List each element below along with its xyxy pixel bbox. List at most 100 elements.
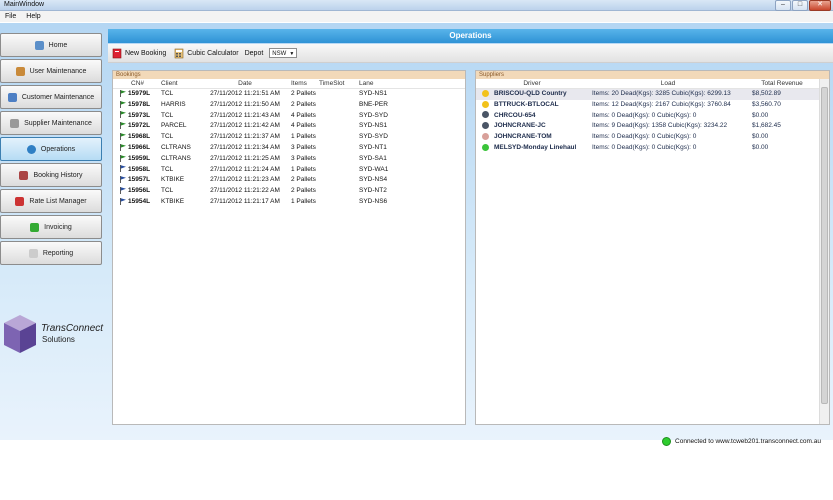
cn-value: 15954L <box>128 197 151 205</box>
flag-icon <box>120 100 126 108</box>
sidebar-item-invoicing[interactable]: Invoicing <box>0 215 102 239</box>
suppliers-panel: Suppliers Driver Load Total Revenue BRIS… <box>475 70 830 425</box>
table-row[interactable]: 15968L TCL 27/11/2012 11:21:37 AM 1 Pallets… <box>113 132 465 143</box>
col-items[interactable]: Items <box>291 79 319 88</box>
connection-status-icon <box>662 437 672 446</box>
timeslot-cell <box>319 89 353 100</box>
table-row[interactable]: 15972L PARCEL 27/11/2012 11:21:42 AM 4 Pall… <box>113 121 465 132</box>
flag-icon <box>120 143 126 151</box>
status-dot-icon <box>482 132 489 140</box>
col-date[interactable]: Date <box>199 79 291 88</box>
driver-cell: JOHNCRANE-TOM <box>476 132 592 143</box>
menu-help[interactable]: Help <box>21 11 45 22</box>
sidebar-item-operations[interactable]: Operations <box>0 137 102 161</box>
cn-value: 15958L <box>128 165 151 173</box>
cn-cell: 15956L <box>113 186 161 197</box>
supplier-row[interactable]: CHRCOU-654 Items: 0 Dead(Kgs): 0 Cubic(Kg… <box>476 111 829 122</box>
scrollbar-thumb[interactable] <box>821 87 828 404</box>
supplier-row[interactable]: JOHNCRANE-JC Items: 9 Dead(Kgs): 1358 Cub… <box>476 121 829 132</box>
new-booking-button[interactable]: New Booking <box>108 48 170 59</box>
lane-cell: SYD-SYD <box>359 111 388 119</box>
date-cell: 27/11/2012 11:21:24 AM <box>210 165 280 173</box>
revenue-cell: $0.00 <box>752 133 769 141</box>
app-area: Home User Maintenance Customer Maintenance… <box>0 23 833 440</box>
client-cell: TCL <box>161 90 174 97</box>
sidebar-item-customer-maintenance[interactable]: Customer Maintenance <box>0 85 102 109</box>
table-row[interactable]: 15958L TCL 27/11/2012 11:21:24 AM 1 Pallets… <box>113 165 465 176</box>
driver-cell: BTTRUCK-BTLOCAL <box>476 100 592 111</box>
menu-file[interactable]: File <box>0 11 21 22</box>
sidebar-item-home[interactable]: Home <box>0 33 102 57</box>
cn-value: 15966L <box>128 143 151 151</box>
col-cn[interactable]: CN# <box>113 79 161 88</box>
cn-cell: 15958L <box>113 165 161 176</box>
timeslot-cell <box>319 175 353 186</box>
sidebar-item-label: Reporting <box>42 249 74 257</box>
table-row[interactable]: 15979L TCL 27/11/2012 11:21:51 AM 2 Pallets… <box>113 89 465 100</box>
sidebar-item-label: Customer Maintenance <box>21 93 95 101</box>
customer-icon <box>7 92 17 102</box>
calculator-icon <box>174 48 184 59</box>
minimize-icon[interactable]: – <box>775 0 791 11</box>
sidebar-item-booking-history[interactable]: Booking History <box>0 163 102 187</box>
col-driver[interactable]: Driver <box>476 79 588 88</box>
table-row[interactable]: 15973L TCL 27/11/2012 11:21:43 AM 4 Pallets… <box>113 111 465 122</box>
connection-text: Connected to www.tcweb201.transconnect.c… <box>675 438 821 445</box>
cubic-calculator-button[interactable]: Cubic Calculator <box>170 48 242 59</box>
sidebar-item-rate-list-manager[interactable]: Rate List Manager <box>0 189 102 213</box>
supplier-row[interactable]: BTTRUCK-BTLOCAL Items: 12 Dead(Kgs): 2167… <box>476 100 829 111</box>
globe-icon <box>26 144 36 154</box>
sidebar-item-label: Supplier Maintenance <box>24 119 92 127</box>
chevron-down-icon: ▼ <box>289 51 295 57</box>
supplier-row[interactable]: BRISCOU-QLD Country Items: 20 Dead(Kgs): … <box>476 89 829 100</box>
supplier-row[interactable]: MELSYD-Monday Linehaul Items: 0 Dead(Kgs)… <box>476 143 829 154</box>
date-cell: 27/11/2012 11:21:23 AM <box>210 176 280 184</box>
flag-icon <box>120 132 126 140</box>
items-cell: 3 Pallets <box>291 143 316 151</box>
flag-icon <box>120 186 126 194</box>
client-cell: KTBIKE <box>161 176 185 184</box>
depot-label: Depot <box>244 49 264 57</box>
cn-cell: 15968L <box>113 132 161 143</box>
col-total-revenue[interactable]: Total Revenue <box>748 79 816 88</box>
logo-subtext: Solutions <box>42 335 75 344</box>
lane-cell: SYD-SA1 <box>359 154 387 162</box>
cn-cell: 15957L <box>113 175 161 186</box>
sidebar-item-reporting[interactable]: Reporting <box>0 241 102 265</box>
status-dot-icon <box>482 100 489 108</box>
cn-value: 15972L <box>128 122 151 130</box>
table-row[interactable]: 15954L KTBIKE 27/11/2012 11:21:17 AM 1 Pall… <box>113 197 465 208</box>
connection-status: Connected to www.tcweb201.transconnect.c… <box>662 437 821 446</box>
revenue-cell: $0.00 <box>752 111 769 119</box>
suppliers-scrollbar[interactable] <box>819 79 829 424</box>
flag-icon <box>120 197 126 205</box>
supplier-row[interactable]: JOHNCRANE-TOM Items: 0 Dead(Kgs): 0 Cubic… <box>476 132 829 143</box>
suppliers-header: Suppliers <box>476 71 829 79</box>
driver-name: BTTRUCK-BTLOCAL <box>494 100 559 108</box>
maximize-icon[interactable]: □ <box>792 0 808 11</box>
col-lane[interactable]: Lane <box>353 79 393 88</box>
new-booking-icon <box>112 48 122 59</box>
col-timeslot[interactable]: TimeSlot <box>319 79 353 88</box>
table-row[interactable]: 15966L CLTRANS 27/11/2012 11:21:34 AM 3 Pal… <box>113 143 465 154</box>
table-row[interactable]: 15978L HARRIS 27/11/2012 11:21:50 AM 2 Pall… <box>113 100 465 111</box>
cn-value: 15959L <box>128 154 151 162</box>
cubic-calculator-label: Cubic Calculator <box>187 49 239 57</box>
col-load[interactable]: Load <box>588 79 748 88</box>
date-cell: 27/11/2012 11:21:22 AM <box>210 187 280 195</box>
invoice-icon <box>30 222 40 232</box>
table-row[interactable]: 15957L KTBIKE 27/11/2012 11:21:23 AM 2 Pall… <box>113 175 465 186</box>
sidebar-item-user-maintenance[interactable]: User Maintenance <box>0 59 102 83</box>
flag-icon <box>120 89 126 97</box>
sidebar-item-supplier-maintenance[interactable]: Supplier Maintenance <box>0 111 102 135</box>
client-cell: PARCEL <box>161 122 187 130</box>
col-client[interactable]: Client <box>161 79 199 88</box>
client-cell: TCL <box>161 133 174 141</box>
cn-cell: 15973L <box>113 111 161 122</box>
close-icon[interactable]: ✕ <box>809 0 831 11</box>
client-cell: HARRIS <box>161 100 186 108</box>
date-cell: 27/11/2012 11:21:34 AM <box>210 143 280 151</box>
depot-select[interactable]: NSW ▼ <box>269 48 298 58</box>
table-row[interactable]: 15959L CLTRANS 27/11/2012 11:21:25 AM 3 Pal… <box>113 154 465 165</box>
table-row[interactable]: 15956L TCL 27/11/2012 11:21:22 AM 2 Pallets… <box>113 186 465 197</box>
